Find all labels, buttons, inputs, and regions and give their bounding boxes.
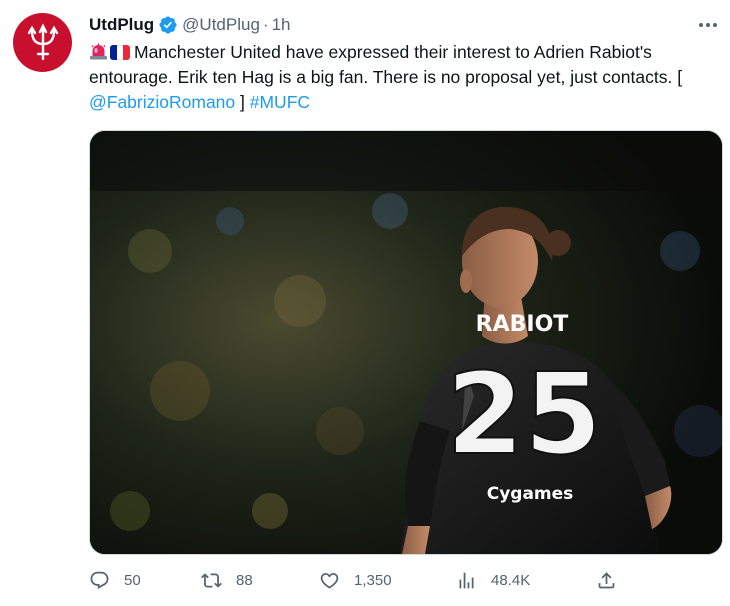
- more-options-button[interactable]: [696, 13, 720, 37]
- player-photo: RABIOT 25 Cygames: [90, 131, 722, 554]
- police-siren-emoji-icon: [90, 43, 107, 60]
- shirt-name: RABIOT: [476, 312, 569, 337]
- more-dot-icon: [713, 23, 717, 27]
- retweet-button[interactable]: 88: [201, 566, 253, 594]
- more-dot-icon: [699, 23, 703, 27]
- tweet[interactable]: UtdPlug @UtdPlug · 1h Manchester United …: [0, 0, 730, 606]
- trident-logo-icon: [27, 22, 58, 60]
- hashtag-link[interactable]: #MUFC: [250, 92, 310, 112]
- reply-icon: [90, 571, 109, 589]
- views-count: 48.4K: [491, 571, 531, 589]
- tweet-body-continued: ]: [235, 92, 250, 112]
- shirt-sponsor: Cygames: [487, 484, 574, 504]
- shirt-number: 25: [446, 350, 602, 480]
- more-dot-icon: [706, 23, 710, 27]
- tweet-actions: 50 88 1,350 48.4K: [89, 566, 629, 594]
- tweet-header: UtdPlug @UtdPlug · 1h: [89, 13, 291, 37]
- analytics-icon: [459, 572, 474, 588]
- verified-badge-icon[interactable]: [158, 15, 178, 35]
- tweet-photo[interactable]: RABIOT 25 Cygames: [89, 130, 723, 555]
- heart-icon: [320, 572, 339, 589]
- display-name[interactable]: UtdPlug: [89, 15, 154, 35]
- retweet-count: 88: [236, 571, 253, 589]
- like-count: 1,350: [354, 571, 392, 589]
- france-flag-icon: [110, 45, 130, 60]
- mention-link[interactable]: @FabrizioRomano: [89, 92, 235, 112]
- timestamp[interactable]: 1h: [272, 15, 291, 35]
- retweet-icon: [201, 572, 222, 588]
- handle[interactable]: @UtdPlug: [182, 15, 260, 35]
- like-button[interactable]: 1,350: [319, 566, 392, 594]
- avatar[interactable]: [13, 13, 72, 72]
- share-icon: [598, 571, 615, 588]
- views-button[interactable]: 48.4K: [456, 566, 530, 594]
- tweet-body: Manchester United have expressed their i…: [89, 42, 683, 87]
- reply-count: 50: [124, 571, 141, 589]
- tweet-text: Manchester United have expressed their i…: [89, 40, 724, 115]
- separator-dot: ·: [262, 15, 269, 34]
- share-button[interactable]: [596, 566, 617, 594]
- reply-button[interactable]: 50: [89, 566, 141, 594]
